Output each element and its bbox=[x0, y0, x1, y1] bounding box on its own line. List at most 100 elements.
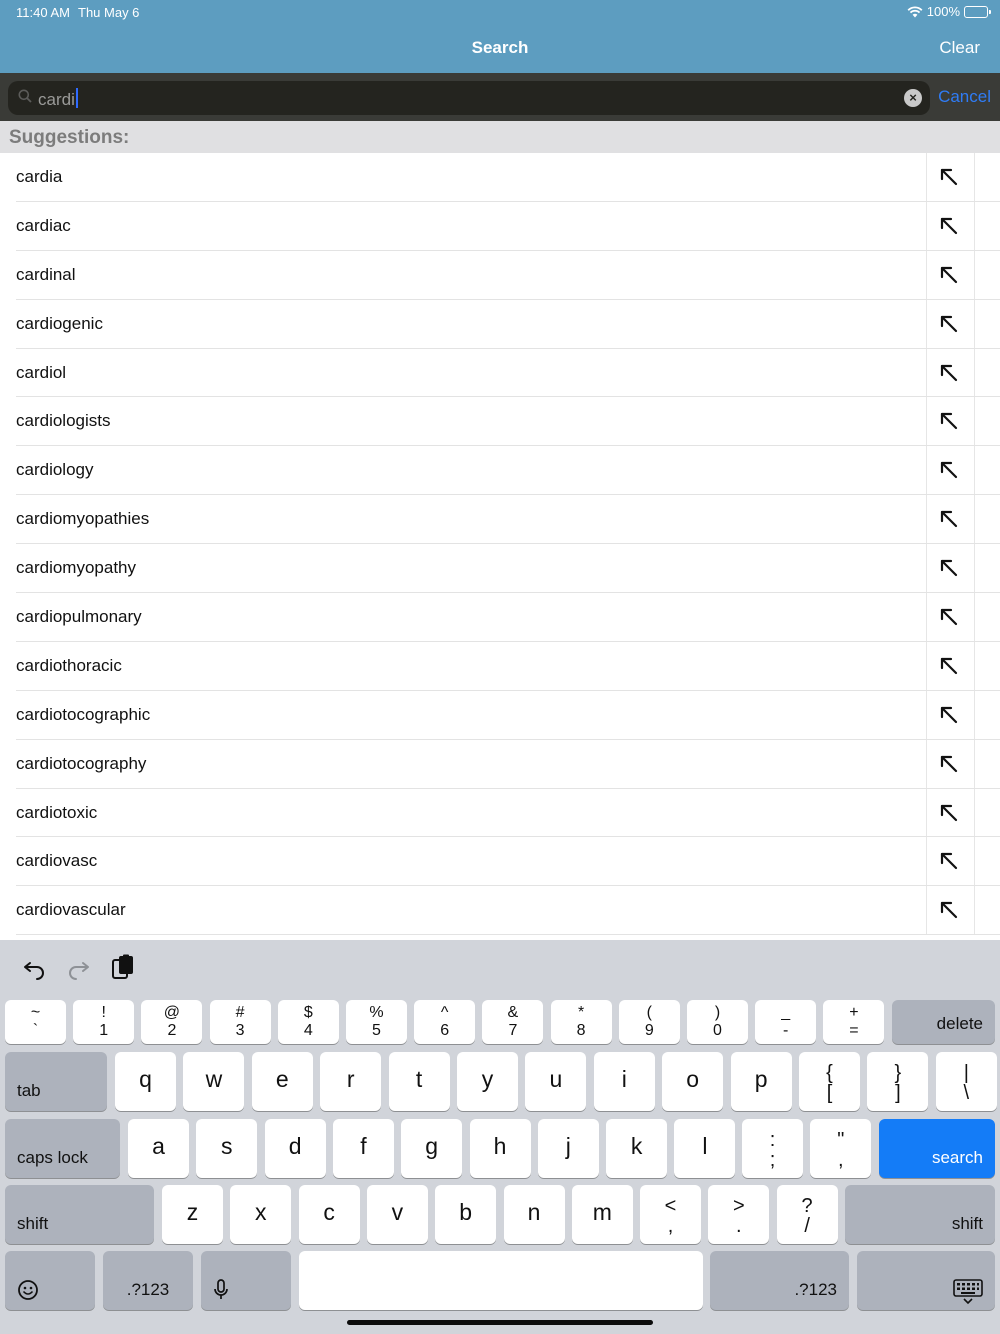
key-letter[interactable]: h bbox=[469, 1119, 531, 1178]
suggestion-row[interactable]: cardiovascular bbox=[0, 886, 1000, 936]
key-letter[interactable]: o bbox=[662, 1052, 724, 1111]
suggestion-row[interactable]: cardiogenic bbox=[0, 299, 1000, 349]
key-letter[interactable]: l bbox=[674, 1119, 736, 1178]
key-number[interactable]: #3 bbox=[209, 1000, 271, 1044]
arrow-up-left-icon[interactable] bbox=[938, 899, 960, 921]
arrow-up-left-icon[interactable] bbox=[938, 753, 960, 775]
space-key[interactable] bbox=[299, 1251, 703, 1310]
key-letter[interactable]: j bbox=[537, 1119, 599, 1178]
caps-lock-key[interactable]: caps lock bbox=[5, 1119, 120, 1178]
emoji-key[interactable] bbox=[5, 1251, 95, 1310]
key-letter[interactable]: z bbox=[162, 1185, 223, 1244]
key-symbol[interactable]: >. bbox=[708, 1185, 770, 1244]
arrow-up-left-icon[interactable] bbox=[938, 704, 960, 726]
key-number[interactable]: & 7 bbox=[482, 1000, 544, 1044]
suggestion-row[interactable]: cardia bbox=[0, 153, 1000, 202]
arrow-up-left-icon[interactable] bbox=[938, 655, 960, 677]
suggestion-row[interactable]: cardiomyopathies bbox=[0, 495, 1000, 545]
key-letter[interactable]: x bbox=[230, 1185, 292, 1244]
key-symbol[interactable]: ? / bbox=[776, 1185, 838, 1244]
suggestion-row[interactable]: cardiotocography bbox=[0, 739, 1000, 789]
key-letter[interactable]: w bbox=[183, 1052, 245, 1111]
suggestion-row[interactable]: cardiac bbox=[0, 201, 1000, 251]
arrow-up-left-icon[interactable] bbox=[938, 606, 960, 628]
arrow-up-left-icon[interactable] bbox=[938, 557, 960, 579]
suggestion-row[interactable]: cardiotocographic bbox=[0, 690, 1000, 740]
suggestion-row[interactable]: cardiomyopathy bbox=[0, 544, 1000, 594]
key-letter[interactable]: v bbox=[366, 1185, 428, 1244]
search-key[interactable]: search bbox=[879, 1119, 995, 1178]
clear-search-icon[interactable]: × bbox=[904, 89, 922, 107]
key-shift-char: $ bbox=[303, 1004, 313, 1021]
key-number[interactable]: $4 bbox=[277, 1000, 339, 1044]
arrow-up-left-icon[interactable] bbox=[938, 264, 960, 286]
cancel-button[interactable]: Cancel bbox=[938, 87, 991, 107]
suggestion-row[interactable]: cardiothoracic bbox=[0, 641, 1000, 691]
arrow-up-left-icon[interactable] bbox=[938, 508, 960, 530]
tab-key[interactable]: tab bbox=[5, 1052, 107, 1111]
key-symbol[interactable]: }] bbox=[867, 1052, 929, 1111]
key-symbol[interactable]: <, bbox=[640, 1185, 701, 1244]
suggestion-row[interactable]: cardiopulmonary bbox=[0, 593, 1000, 642]
key-letter[interactable]: e bbox=[251, 1052, 313, 1111]
key-number[interactable]: ~ ` bbox=[5, 1000, 66, 1044]
clear-button[interactable]: Clear bbox=[939, 38, 980, 58]
hide-keyboard-key[interactable] bbox=[857, 1251, 995, 1310]
key-number[interactable]: (9 bbox=[618, 1000, 680, 1044]
suggestion-row[interactable]: cardiotoxic bbox=[0, 788, 1000, 838]
key-letter[interactable]: s bbox=[196, 1119, 258, 1178]
key-letter[interactable]: f bbox=[332, 1119, 394, 1178]
arrow-up-left-icon[interactable] bbox=[938, 410, 960, 432]
arrow-up-left-icon[interactable] bbox=[938, 459, 960, 481]
undo-icon[interactable] bbox=[22, 954, 48, 980]
arrow-up-left-icon[interactable] bbox=[938, 850, 960, 872]
delete-key[interactable]: delete bbox=[892, 1000, 995, 1044]
key-number[interactable]: ) 0 bbox=[687, 1000, 748, 1044]
key-letter[interactable]: t bbox=[388, 1052, 450, 1111]
key-letter[interactable]: u bbox=[525, 1052, 587, 1111]
key-symbol[interactable]: ", bbox=[810, 1119, 872, 1178]
arrow-up-left-icon[interactable] bbox=[938, 362, 960, 384]
key-number[interactable]: _ - bbox=[755, 1000, 817, 1044]
arrow-up-left-icon[interactable] bbox=[938, 215, 960, 237]
key-number[interactable]: ! 1 bbox=[73, 1000, 135, 1044]
home-indicator[interactable] bbox=[347, 1320, 653, 1325]
suggestion-row[interactable]: cardinal bbox=[0, 250, 1000, 300]
dictation-key[interactable] bbox=[201, 1251, 291, 1310]
key-letter[interactable]: n bbox=[503, 1185, 565, 1244]
key-letter[interactable]: g bbox=[401, 1119, 463, 1178]
key-letter[interactable]: k bbox=[606, 1119, 668, 1178]
right-shift-key[interactable]: shift bbox=[845, 1185, 995, 1244]
left-shift-key[interactable]: shift bbox=[5, 1185, 154, 1244]
suggestion-row[interactable]: cardiol bbox=[0, 348, 1000, 398]
key-symbol[interactable]: | \ bbox=[935, 1052, 997, 1111]
key-number[interactable]: ^ 6 bbox=[414, 1000, 476, 1044]
key-number[interactable]: * 8 bbox=[550, 1000, 612, 1044]
key-symbol[interactable]: {[ bbox=[799, 1052, 860, 1111]
key-letter[interactable]: c bbox=[298, 1185, 360, 1244]
suggestion-row[interactable]: cardiology bbox=[0, 446, 1000, 496]
key-letter[interactable]: b bbox=[435, 1185, 497, 1244]
key-letter[interactable]: a bbox=[128, 1119, 189, 1178]
key-letter[interactable]: i bbox=[593, 1052, 655, 1111]
key-number[interactable]: % 5 bbox=[346, 1000, 407, 1044]
search-input[interactable]: cardi × bbox=[8, 81, 930, 115]
numbers-key-right[interactable]: .?123 bbox=[710, 1251, 849, 1310]
arrow-up-left-icon[interactable] bbox=[938, 313, 960, 335]
clipboard-icon[interactable] bbox=[110, 954, 136, 980]
key-letter[interactable]: m bbox=[571, 1185, 633, 1244]
arrow-up-left-icon[interactable] bbox=[938, 802, 960, 824]
numbers-key[interactable]: .?123 bbox=[103, 1251, 193, 1310]
suggestion-row[interactable]: cardiologists bbox=[0, 397, 1000, 447]
key-number[interactable]: @2 bbox=[141, 1000, 203, 1044]
key-number[interactable]: + = bbox=[823, 1000, 885, 1044]
key-letter[interactable]: p bbox=[730, 1052, 792, 1111]
key-letter[interactable]: y bbox=[457, 1052, 518, 1111]
key-symbol[interactable]: :; bbox=[742, 1119, 803, 1178]
key-letter[interactable]: d bbox=[264, 1119, 326, 1178]
key-letter[interactable]: r bbox=[320, 1052, 382, 1111]
key-letter[interactable]: q bbox=[115, 1052, 176, 1111]
arrow-up-left-icon[interactable] bbox=[938, 166, 960, 188]
suggestion-row[interactable]: cardiovasc bbox=[0, 837, 1000, 887]
redo-icon[interactable] bbox=[65, 954, 91, 980]
